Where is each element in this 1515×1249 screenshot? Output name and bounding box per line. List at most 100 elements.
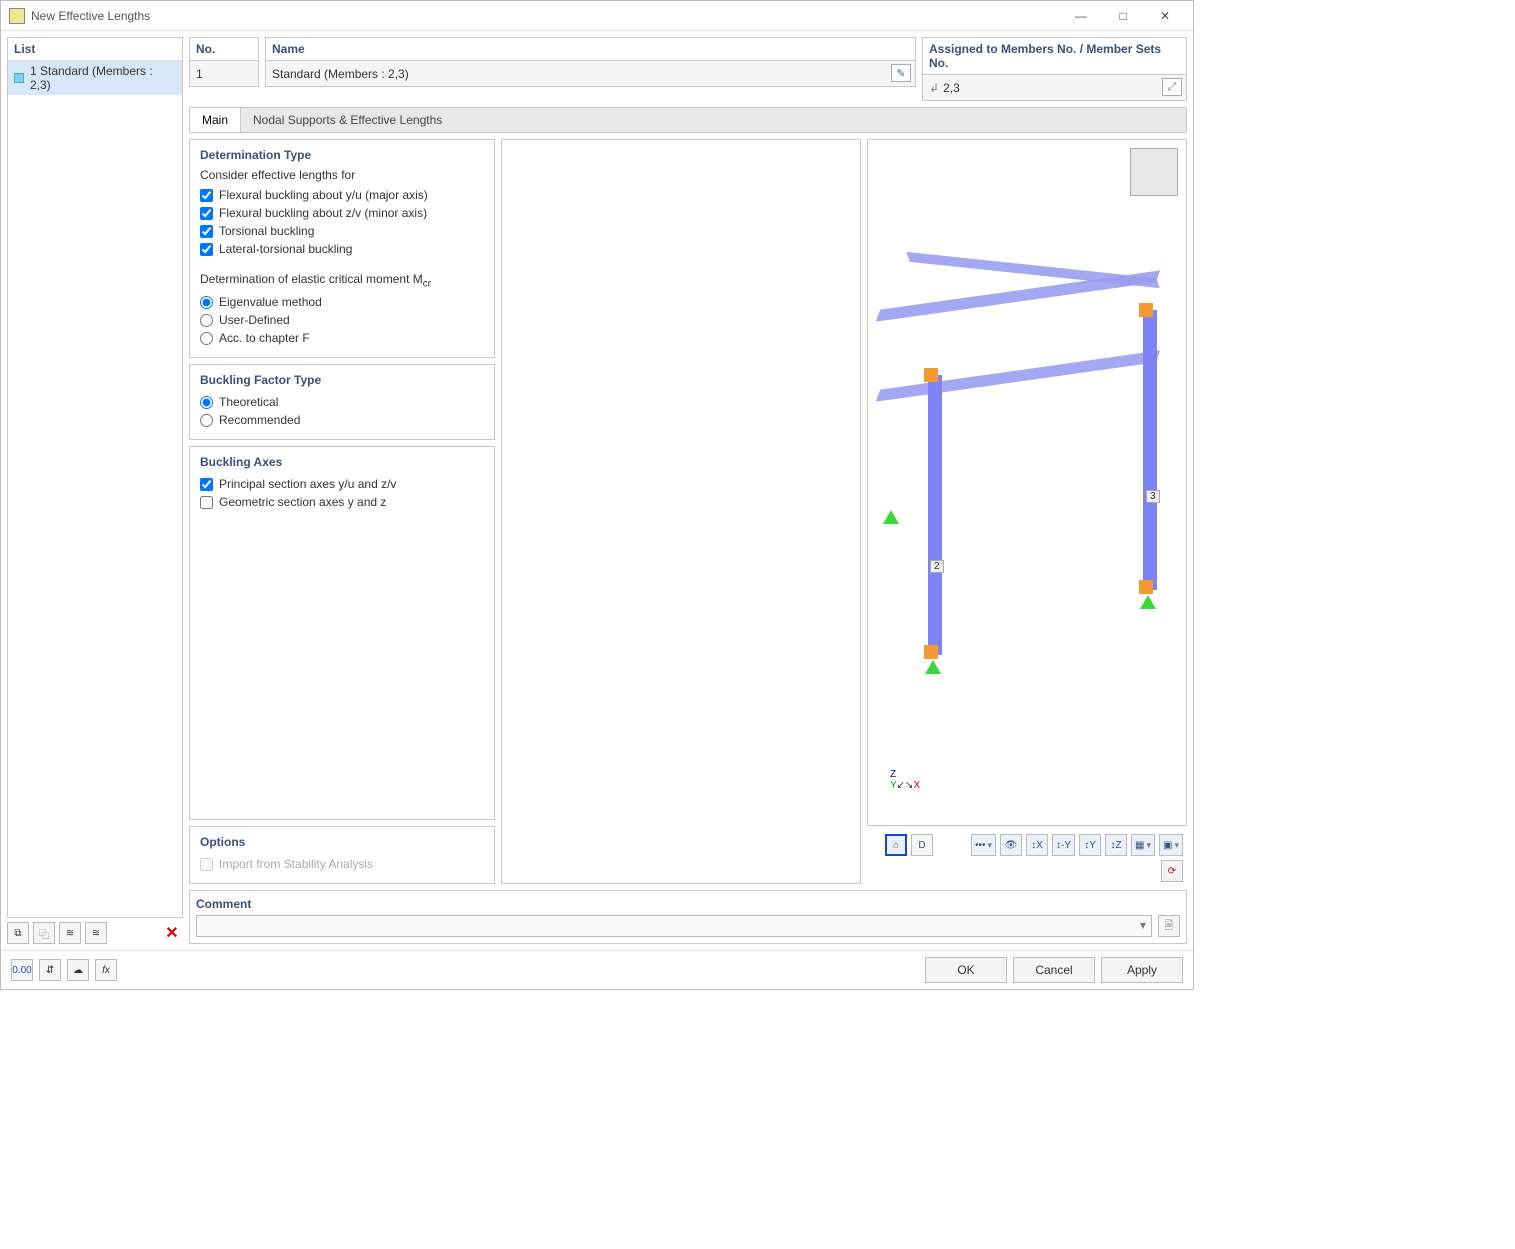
comment-title: Comment: [196, 897, 1180, 911]
rad-eigenvalue-label: Eigenvalue method: [219, 295, 322, 309]
tab-main[interactable]: Main: [190, 108, 241, 132]
view-tool-highlighted[interactable]: ⌂: [885, 834, 907, 856]
dialog-window: New Effective Lengths — □ ✕ List 1 Stand…: [0, 0, 1194, 990]
rad-chapter-f[interactable]: [200, 332, 213, 345]
rad-user-defined[interactable]: [200, 314, 213, 327]
mcr-label: Determination of elastic critical moment…: [200, 272, 484, 289]
options-title: Options: [200, 835, 484, 849]
member-color-icon: [14, 73, 24, 83]
tab-strip: Main Nodal Supports & Effective Lengths: [189, 107, 1187, 133]
chk-flexural-y[interactable]: [200, 189, 213, 202]
chk-flexural-z[interactable]: [200, 207, 213, 220]
list-box[interactable]: 1 Standard (Members : 2,3): [7, 61, 183, 918]
buckling-factor-title: Buckling Factor Type: [200, 373, 484, 387]
apply-button[interactable]: Apply: [1101, 957, 1183, 983]
titlebar: New Effective Lengths — □ ✕: [1, 1, 1193, 31]
assigned-field: Assigned to Members No. / Member Sets No…: [922, 37, 1187, 101]
pick-prefix-icon: ↲: [929, 81, 939, 95]
footer-tool-3[interactable]: ☁: [67, 959, 89, 981]
no-field: No. 1: [189, 37, 259, 101]
view-y[interactable]: ↕Y: [1079, 834, 1101, 856]
3d-viewport[interactable]: 2 3 ZY↙↘X ➔: [867, 139, 1187, 826]
view-reset[interactable]: ⟳: [1161, 860, 1183, 882]
node-icon: [924, 368, 938, 382]
assigned-input[interactable]: ↲ 2,3 ⤢: [922, 75, 1187, 101]
rad-eigenvalue[interactable]: [200, 296, 213, 309]
delete-item-button[interactable]: ✕: [161, 922, 183, 944]
footer-tool-2[interactable]: ⇵: [39, 959, 61, 981]
cancel-button[interactable]: Cancel: [1013, 957, 1095, 983]
buckling-axes-group: Buckling Axes Principal section axes y/u…: [189, 446, 495, 820]
view-neg-y[interactable]: ↕-Y: [1052, 834, 1075, 856]
rad-recommended-label: Recommended: [219, 413, 300, 427]
view-z[interactable]: ↕Z: [1105, 834, 1127, 856]
minimize-button[interactable]: —: [1061, 4, 1101, 28]
axis-indicator-icon: ZY↙↘X: [890, 769, 920, 791]
view-tool-select[interactable]: •••▾: [971, 834, 996, 856]
chk-torsional[interactable]: [200, 225, 213, 238]
footer-tool-fx[interactable]: fx: [95, 959, 117, 981]
app-icon: [9, 8, 25, 24]
list-item[interactable]: 1 Standard (Members : 2,3): [8, 61, 182, 95]
chk-flexural-z-label: Flexural buckling about z/v (minor axis): [219, 206, 427, 220]
list-header: List: [7, 37, 183, 61]
node-icon: [1139, 580, 1153, 594]
buckling-axes-title: Buckling Axes: [200, 455, 484, 469]
member-label: 2: [930, 560, 944, 573]
options-group: Options Import from Stability Analysis: [189, 826, 495, 884]
tab-nodal-supports[interactable]: Nodal Supports & Effective Lengths: [241, 108, 454, 132]
close-button[interactable]: ✕: [1145, 4, 1185, 28]
member-label: 3: [1146, 490, 1160, 503]
assigned-label: Assigned to Members No. / Member Sets No…: [922, 37, 1187, 75]
chk-import-stability-label: Import from Stability Analysis: [219, 857, 373, 871]
new-item-button[interactable]: ⧉: [7, 922, 29, 944]
comment-library-button[interactable]: 🗎: [1158, 915, 1180, 937]
column-icon: [928, 375, 942, 655]
callout-arrow-icon: ➔: [867, 768, 869, 810]
window-title: New Effective Lengths: [31, 9, 1061, 23]
maximize-button[interactable]: □: [1103, 4, 1143, 28]
viewport-column: 2 3 ZY↙↘X ➔ ⌂ D •••▾ 👁 ↕X ↕-: [867, 139, 1187, 884]
column-icon: [1143, 310, 1157, 590]
dialog-footer: 0.00 ⇵ ☁ fx OK Cancel Apply: [1, 950, 1193, 989]
view-render[interactable]: ▦▾: [1131, 834, 1155, 856]
beam-icon: [906, 252, 1160, 288]
comment-input[interactable]: [196, 915, 1152, 937]
list-item-label: 1 Standard (Members : 2,3): [30, 64, 176, 92]
viewport-toolbar: ⌂ D •••▾ 👁 ↕X ↕-Y ↕Y ↕Z ▦▾ ▣▾ ⟳: [867, 832, 1187, 884]
node-icon: [1139, 303, 1153, 317]
determination-type-title: Determination Type: [200, 148, 484, 162]
chk-principal-axes-label: Principal section axes y/u and z/v: [219, 477, 396, 491]
rad-recommended[interactable]: [200, 414, 213, 427]
chk-geometric-axes[interactable]: [200, 496, 213, 509]
view-cube-icon[interactable]: [1130, 148, 1178, 196]
middle-column: No. 1 Name Standard (Members : 2,3) ✎ As…: [189, 37, 1187, 944]
chk-principal-axes[interactable]: [200, 478, 213, 491]
pick-members-icon[interactable]: ⤢: [1162, 78, 1182, 96]
view-tool-visibility[interactable]: 👁: [1000, 834, 1022, 856]
view-perspective[interactable]: ▣▾: [1159, 834, 1183, 856]
footer-tool-units[interactable]: 0.00: [11, 959, 33, 981]
list-toolbar: ⧉ ⿻ ≋ ≋ ✕: [7, 918, 183, 944]
ok-button[interactable]: OK: [925, 957, 1007, 983]
chk-torsional-label: Torsional buckling: [219, 224, 314, 238]
chk-geometric-axes-label: Geometric section axes y and z: [219, 495, 386, 509]
rad-theoretical[interactable]: [200, 396, 213, 409]
name-field: Name Standard (Members : 2,3) ✎: [265, 37, 916, 101]
buckling-factor-group: Buckling Factor Type Theoretical Recomme…: [189, 364, 495, 440]
rad-user-defined-label: User-Defined: [219, 313, 290, 327]
chk-lateral-torsional-label: Lateral-torsional buckling: [219, 242, 352, 256]
rad-chapter-f-label: Acc. to chapter F: [219, 331, 310, 345]
copy-item-button[interactable]: ⿻: [33, 922, 55, 944]
edit-name-icon[interactable]: ✎: [891, 64, 911, 82]
no-input[interactable]: 1: [189, 61, 259, 87]
name-input[interactable]: Standard (Members : 2,3) ✎: [265, 61, 916, 87]
view-tool-text[interactable]: D: [911, 834, 933, 856]
assigned-value: 2,3: [943, 81, 960, 95]
toolbar-button-3[interactable]: ≋: [59, 922, 81, 944]
chk-import-stability: [200, 858, 213, 871]
chk-lateral-torsional[interactable]: [200, 243, 213, 256]
support-icon: [883, 510, 899, 524]
view-x[interactable]: ↕X: [1026, 834, 1048, 856]
toolbar-button-4[interactable]: ≋: [85, 922, 107, 944]
